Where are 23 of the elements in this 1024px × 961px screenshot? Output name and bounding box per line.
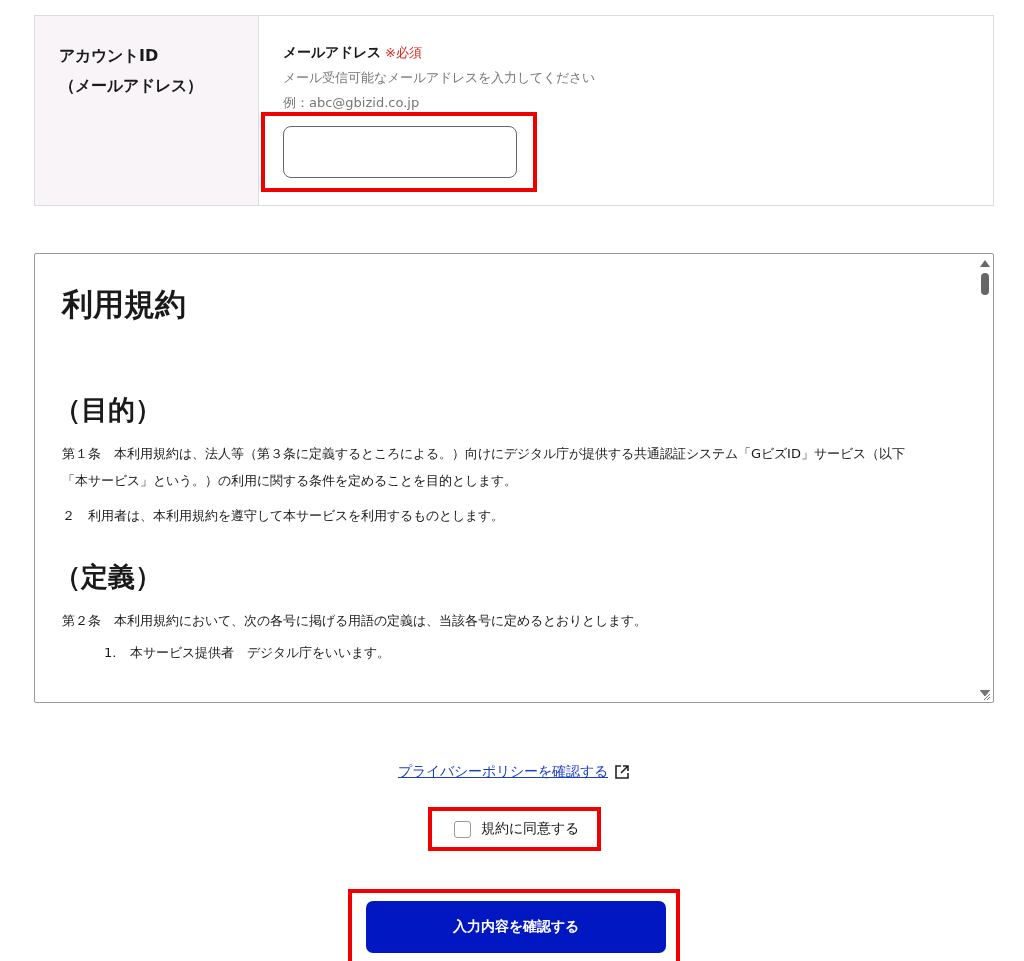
- resize-grip-icon[interactable]: [979, 690, 991, 700]
- privacy-policy-link[interactable]: プライバシーポリシーを確認する: [398, 763, 608, 781]
- row-label: アカウントID: [59, 46, 160, 67]
- row-label: （メールアドレス）: [59, 76, 204, 97]
- field-example: 例：abc@gbizid.co.jp: [283, 94, 420, 112]
- terms-title: 利用規約: [62, 285, 187, 325]
- list-number: 1.: [104, 644, 117, 663]
- list-text: 本サービス提供者 デジタル庁をいいます。: [130, 644, 391, 663]
- terms-paragraph: ２ 利用者は、本利用規約を遵守して本サービスを利用するものとします。: [62, 507, 505, 526]
- section-heading: （目的）: [54, 393, 163, 428]
- confirm-button[interactable]: 入力内容を確認する: [366, 901, 666, 953]
- external-link-icon: [614, 764, 630, 780]
- scroll-up-icon[interactable]: [980, 260, 990, 268]
- required-mark: ※必須: [385, 44, 422, 62]
- field-hint: メール受信可能なメールアドレスを入力してください: [283, 69, 595, 87]
- email-field[interactable]: [283, 126, 517, 178]
- agree-label[interactable]: 規約に同意する: [480, 820, 579, 838]
- agree-checkbox[interactable]: [453, 820, 471, 838]
- terms-paragraph: 第１条 本利用規約は、法人等（第３条に定義するところによる。）向けにデジタル庁が提供する共通認証システム「GビズID」サービス（以下「本サービス」という。）の利用に関する条件を定めることを目的とします。: [62, 445, 906, 491]
- terms-paragraph: 第２条 本利用規約において、次の各号に掲げる用語の定義は、当該各号に定めるとおりとします。: [62, 612, 648, 631]
- field-label: メールアドレス: [283, 44, 381, 62]
- section-heading: （定義）: [54, 560, 163, 595]
- scrollbar-thumb[interactable]: [981, 273, 989, 296]
